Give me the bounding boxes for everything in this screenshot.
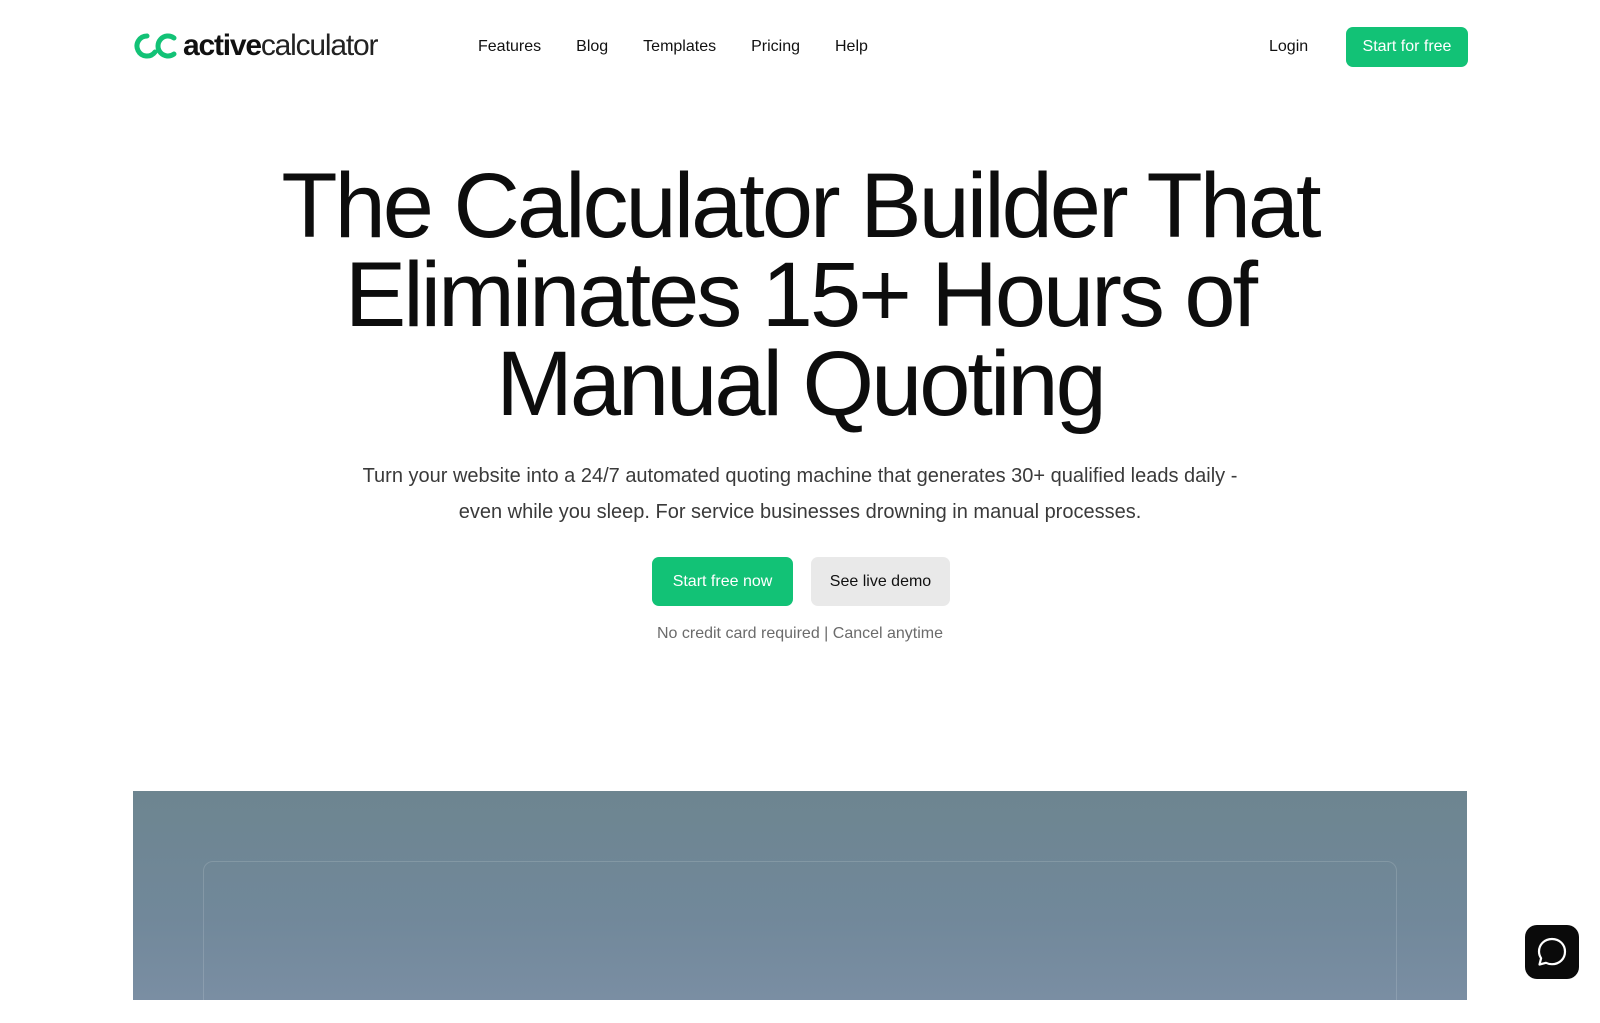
chat-bubble-icon [1537,937,1567,966]
nav-link-templates[interactable]: Templates [643,35,716,59]
no-credit-card-note: No credit card required | Cancel anytime [656,625,944,642]
hero-subtitle: Turn your website into a 24/7 automated … [362,465,1238,523]
brand-name-light: calculator [260,29,379,62]
main-menu: Features Blog Templates Pricing Help [478,35,903,59]
hero-headline: The Calculator Builder That Eliminates 1… [0,155,1600,435]
hero-cta-group: Start free now See live demo [652,557,950,606]
nav-link-features[interactable]: Features [478,35,541,59]
ac-logo-icon [134,33,177,59]
login-link[interactable]: Login [1269,35,1308,59]
hero-headline-line-2: Eliminates 15+ Hours of [344,244,1258,346]
hero-headline-line-3: Manual Quoting [496,333,1107,435]
see-live-demo-button[interactable]: See live demo [811,557,950,606]
start-free-now-button[interactable]: Start free now [652,557,793,606]
nav-link-pricing[interactable]: Pricing [751,35,800,59]
product-preview-frame [203,861,1397,1023]
start-for-free-button[interactable]: Start for free [1346,27,1468,67]
nav-link-help[interactable]: Help [835,35,868,59]
hero-headline-line-1: The Calculator Builder That [281,155,1321,257]
product-preview-panel [133,791,1467,1023]
brand-wordmark: activecalculator [183,28,379,64]
chat-widget-button[interactable] [1525,925,1579,979]
brand-logo[interactable]: activecalculator [133,28,379,64]
brand-name-bold: active [183,29,262,62]
nav-link-blog[interactable]: Blog [576,35,608,59]
top-navigation: activecalculator Features Blog Templates… [0,0,1600,94]
